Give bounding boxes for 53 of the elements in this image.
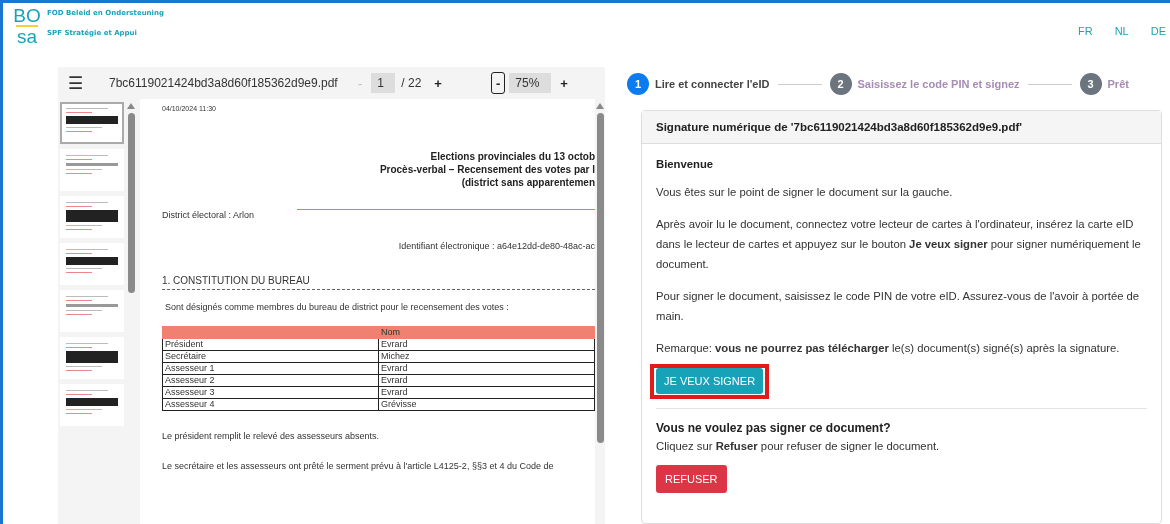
step-number: 1 xyxy=(627,73,649,95)
table-header-cell: Nom xyxy=(378,326,595,339)
page-thumbnail[interactable] xyxy=(60,384,124,426)
page-thumbnail[interactable] xyxy=(60,149,124,191)
step-number: 3 xyxy=(1079,73,1102,95)
next-page-button[interactable]: + xyxy=(429,72,447,94)
page-total: / 22 xyxy=(401,76,422,90)
page-thumbnail[interactable] xyxy=(60,337,124,379)
section-heading: 1. CONSTITUTION DU BUREAU xyxy=(162,275,595,290)
table-cell: Michez xyxy=(378,350,595,363)
logo: BO sa xyxy=(15,7,39,45)
document-title: Elections provinciales du 13 octob xyxy=(430,150,595,163)
district-text: District électoral : Arlon xyxy=(162,210,256,220)
card-heading: Bienvenue xyxy=(656,158,714,170)
table-cell: Evrard xyxy=(378,338,595,351)
refuse-text: Cliquez sur Refuser pour refuser de signer le document. xyxy=(656,439,940,454)
document-paragraph: Le président remplit le relevé des assesseurs absents. xyxy=(162,431,381,441)
intro-text: Sont désignés comme membres du bureau de district pour le recensement des votes : xyxy=(165,302,510,312)
table-cell: Evrard xyxy=(378,374,595,387)
page-thumbnail[interactable] xyxy=(60,102,124,144)
page-number-field[interactable]: 1 xyxy=(371,73,396,93)
document-title: Procès-verbal – Recensement des votes par l xyxy=(379,163,595,176)
table-cell: Président xyxy=(162,338,379,351)
zoom-in-button[interactable]: + xyxy=(555,72,573,94)
table-cell: Assesseur 1 xyxy=(162,362,379,375)
step-label: Saisissez le code PIN et signez xyxy=(857,78,1020,90)
table-cell: Grévisse xyxy=(378,398,595,411)
page-thumbnail[interactable] xyxy=(60,290,124,332)
zoom-field[interactable]: 75% xyxy=(509,73,552,93)
zoom-out-button[interactable]: - xyxy=(490,72,506,94)
table-cell: Assesseur 3 xyxy=(162,386,379,399)
table-cell: Assesseur 4 xyxy=(162,398,379,411)
refuse-button[interactable]: REFUSER xyxy=(656,465,727,493)
file-name: 7bc6119021424bd3a8d60f185362d9e9.pdf xyxy=(109,76,339,90)
card-paragraph: Vous êtes sur le point de signer le document sur la gauche. xyxy=(656,185,953,200)
table-cell: Evrard xyxy=(378,386,595,399)
document-title: (district sans apparentemen xyxy=(461,176,595,189)
refuse-heading: Vous ne voulez pas signer ce document? xyxy=(656,421,891,435)
identifier-text: Identifiant électronique : a64e12dd-de80-48ac-ac xyxy=(398,241,595,251)
card-paragraph: Pour signer le document, saisissez le code PIN de votre eID. Assurez-vous de l'avoir à portée de main. xyxy=(656,289,1141,324)
menu-icon[interactable]: ☰ xyxy=(68,72,83,94)
page-thumbnail[interactable] xyxy=(60,196,124,238)
page-thumbnail[interactable] xyxy=(60,243,124,285)
step-label: Prêt xyxy=(1107,78,1129,90)
step-label: Lire et connecter l'eID xyxy=(655,78,770,90)
table-cell: Evrard xyxy=(378,362,595,375)
table-cell: Secrétaire xyxy=(162,350,379,363)
step-number: 2 xyxy=(829,73,852,95)
card-paragraph: Remarque: vous ne pourrez pas télécharger le(s) document(s) signé(s) après la signature. xyxy=(656,341,1120,356)
card-paragraph: Après avoir lu le document, connectez votre lecteur de cartes à l'ordinateur, insérez la carte eID dans le lecteur de cartes et appuyez sur le bouton Je veux signer pour signer numériquement le document. xyxy=(656,217,1142,272)
table-cell: Assesseur 2 xyxy=(162,374,379,387)
card-title: Signature numérique de '7bc6119021424bd3a8d60f185362d9e9.pdf' xyxy=(656,121,1022,133)
document-paragraph: Le secrétaire et les assesseurs ont prêté le serment prévu à l'article L4125-2, §§3 et 4 du Code de xyxy=(162,461,555,471)
